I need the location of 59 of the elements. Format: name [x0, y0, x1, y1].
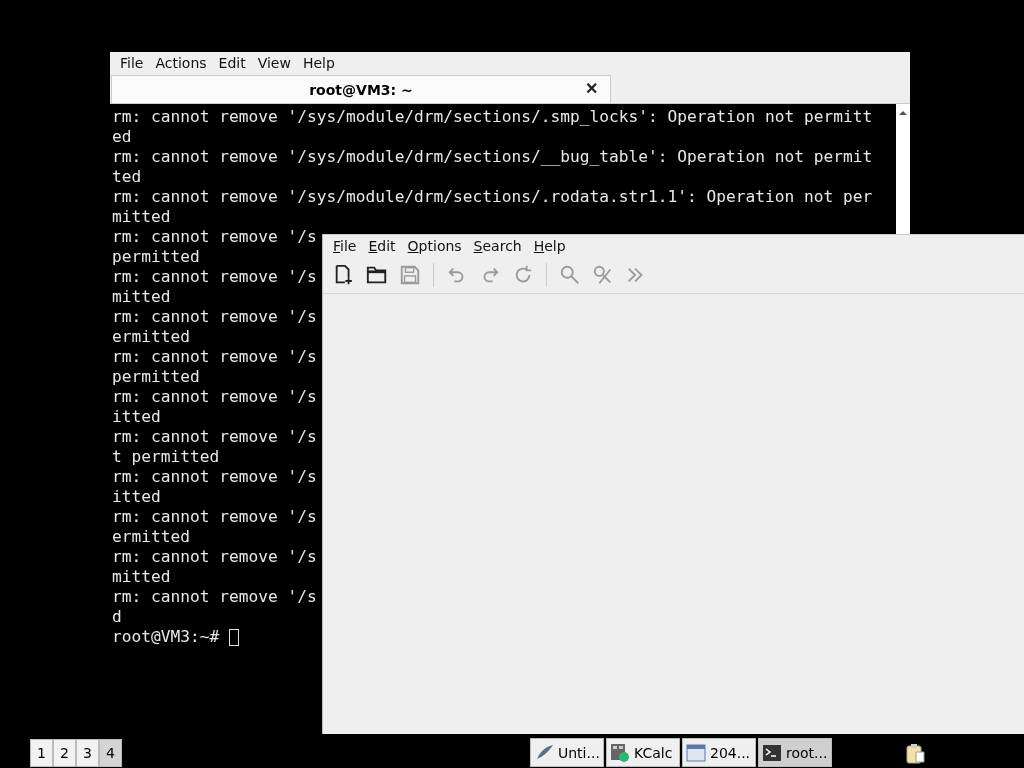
menu-item[interactable]: Actions	[149, 55, 213, 71]
terminal-line: ermitted	[112, 327, 190, 347]
calculator-icon	[610, 742, 630, 763]
menu-item[interactable]: File	[327, 238, 363, 254]
menu-item[interactable]: File	[114, 55, 150, 71]
menu-item[interactable]: Help	[296, 55, 341, 71]
terminal-line: rm: cannot remove '/s	[112, 467, 317, 487]
taskbar-button[interactable]: 204...	[682, 738, 756, 767]
taskbar-button[interactable]: Unti...	[530, 738, 604, 767]
terminal-line: itted	[112, 407, 161, 427]
terminal-line: rm: cannot remove '/s	[112, 507, 317, 527]
menu-item[interactable]: Edit	[212, 55, 252, 71]
terminal-line: itted	[112, 487, 161, 507]
close-button[interactable]: ✕	[585, 79, 598, 98]
terminal-line: rm: cannot remove '/sys/module/drm/sections/.rodata.str1.1': Operation not per	[112, 187, 873, 207]
terminal-line: rm: cannot remove '/s	[112, 347, 317, 367]
tab-title: root@VM3: ~	[309, 81, 413, 98]
workspace-button[interactable]: 4	[99, 738, 122, 767]
terminal-line: rm: cannot remove '/s	[112, 267, 317, 287]
terminal-line: mitted	[112, 287, 171, 307]
taskbar-button[interactable]: KCalc	[606, 738, 680, 767]
terminal-line: permitted	[112, 247, 200, 267]
terminal-line: d	[112, 607, 122, 627]
shell-prompt: root@VM3:~#	[112, 627, 220, 647]
taskbar-button[interactable]: root...	[758, 738, 832, 767]
terminal-tab[interactable]: root@VM3: ~ ✕	[111, 75, 611, 103]
workspace-button[interactable]: 1	[30, 738, 53, 767]
window-icon	[686, 742, 706, 763]
terminal-line: ed	[112, 127, 132, 147]
text-cursor	[229, 628, 240, 646]
terminal-line: rm: cannot remove '/s	[112, 587, 317, 607]
terminal-line: permitted	[112, 367, 200, 387]
menu-item[interactable]: Help	[527, 238, 572, 254]
menu-item[interactable]: Edit	[362, 238, 402, 254]
terminal-line: ermitted	[112, 527, 190, 547]
save-icon	[399, 264, 421, 286]
clipboard-icon[interactable]	[904, 741, 926, 764]
folder-icon	[366, 264, 388, 286]
terminal-line: mitted	[112, 567, 171, 587]
terminal-line: rm: cannot remove '/s	[112, 227, 317, 247]
terminal-line: mitted	[112, 207, 171, 227]
workspace-button[interactable]: 3	[76, 738, 99, 767]
terminal-line: rm: cannot remove '/s	[112, 427, 317, 447]
menu-item[interactable]: View	[251, 55, 297, 71]
search-icon	[559, 264, 581, 286]
new-file-icon	[333, 264, 355, 286]
terminal-line: rm: cannot remove '/s	[112, 547, 317, 567]
terminal-line: rm: cannot remove '/sys/module/drm/sections/__bug_table': Operation not permit	[112, 147, 873, 167]
quill-icon	[534, 742, 554, 763]
terminal-line: t permitted	[112, 447, 220, 467]
find-replace-icon	[592, 264, 614, 286]
workspace-button[interactable]: 2	[53, 738, 76, 767]
terminal-line: rm: cannot remove '/s	[112, 307, 317, 327]
menu-item[interactable]: Search	[467, 238, 528, 254]
terminal-icon	[762, 742, 782, 763]
terminal-line: rm: cannot remove '/sys/module/drm/sections/.smp_locks': Operation not permitt	[112, 107, 873, 127]
menu-item[interactable]: Options	[401, 238, 468, 254]
terminal-line: ted	[112, 167, 142, 187]
terminal-line: rm: cannot remove '/s	[112, 387, 317, 407]
